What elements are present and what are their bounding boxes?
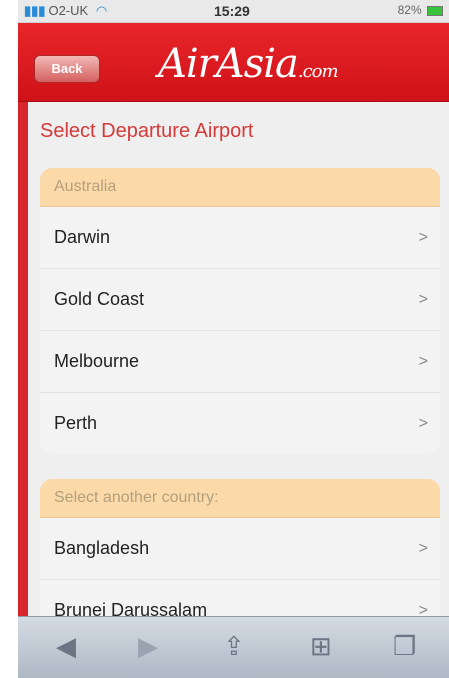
forward-arrow-icon[interactable]: ▶	[138, 631, 158, 662]
list-item-bangladesh[interactable]: Bangladesh >	[40, 518, 440, 580]
back-arrow-icon[interactable]: ◀	[56, 631, 76, 662]
battery-label: 82%	[397, 3, 422, 17]
list-item-darwin[interactable]: Darwin >	[40, 207, 440, 269]
list-item-label: Bangladesh	[54, 538, 150, 558]
list-item-label: Melbourne	[54, 351, 140, 371]
wifi-icon: ◠	[95, 3, 108, 18]
chevron-right-icon: >	[418, 229, 428, 246]
carrier-label: O2-UK	[48, 3, 89, 18]
signal-icon: ▮▮▮	[24, 3, 46, 18]
phone-screen: ▮▮▮ O2-UK ◠ 15:29 82% Back AirAsia.com Se…	[18, 0, 449, 678]
logo-suffix: .com	[297, 61, 339, 82]
list-item-perth[interactable]: Perth >	[40, 393, 440, 454]
carrier: ▮▮▮ O2-UK ◠	[24, 3, 107, 19]
back-button[interactable]: Back	[34, 55, 100, 83]
share-icon[interactable]: ⇪	[223, 631, 245, 662]
list-item-label: Darwin	[54, 227, 111, 247]
list-item-melbourne[interactable]: Melbourne >	[40, 331, 440, 393]
bookmarks-icon[interactable]: ⊞	[310, 631, 332, 662]
section-australia: Australia Darwin > Gold Coast > Melbourn…	[40, 168, 440, 454]
battery-indicator: 82%	[398, 3, 443, 17]
section-header: Australia	[40, 168, 440, 207]
section-header: Select another country:	[40, 479, 440, 518]
chevron-right-icon: >	[418, 540, 428, 557]
list-item-label: Perth	[54, 413, 98, 433]
chevron-right-icon: >	[418, 415, 428, 432]
battery-icon	[427, 5, 443, 16]
app-header: Back AirAsia.com	[18, 23, 449, 102]
chevron-right-icon: >	[418, 353, 428, 370]
main-content: Select Departure Airport Australia Darwi…	[18, 102, 449, 642]
chevron-right-icon: >	[418, 291, 428, 308]
page-title: Select Departure Airport	[40, 120, 254, 142]
status-time: 15:29	[214, 3, 250, 19]
browser-toolbar: ◀ ▶ ⇪ ⊞ ❐	[18, 616, 449, 678]
status-bar: ▮▮▮ O2-UK ◠ 15:29 82%	[18, 0, 449, 23]
left-accent-bar	[18, 102, 28, 616]
list-item-label: Gold Coast	[54, 289, 145, 309]
tabs-icon[interactable]: ❐	[393, 631, 416, 662]
logo-text: AirAsia	[158, 41, 299, 87]
airasia-logo: AirAsia.com	[158, 41, 339, 87]
list-item-gold-coast[interactable]: Gold Coast >	[40, 269, 440, 331]
